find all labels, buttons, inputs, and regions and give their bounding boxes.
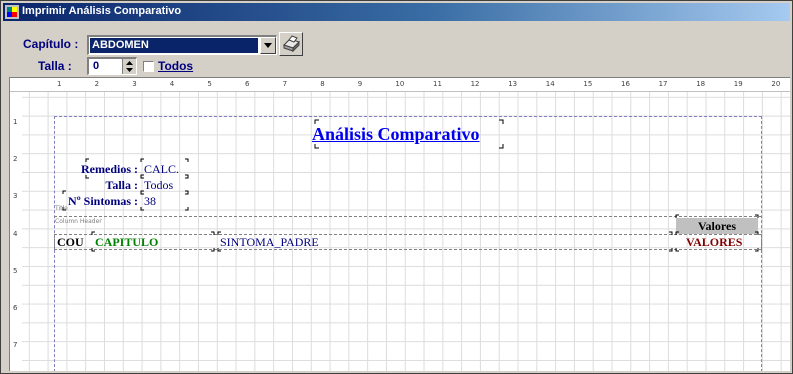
todos-label-text: Todos <box>158 59 194 73</box>
print-button[interactable] <box>279 32 303 56</box>
todos-checkbox[interactable] <box>143 61 154 72</box>
talla-spinner-value: 0 <box>93 60 100 72</box>
field-handles <box>62 119 759 252</box>
filter-toolbar: Capítulo : ABDOMEN Talla : 0 Todos <box>3 21 790 77</box>
app-window: Imprimir Análisis Comparativo Capítulo :… <box>0 0 793 374</box>
capitulo-dropdown-button[interactable] <box>260 37 276 54</box>
title-bar[interactable]: Imprimir Análisis Comparativo <box>3 3 790 21</box>
talla-spinner[interactable]: 0 <box>87 57 137 75</box>
app-icon <box>5 5 19 19</box>
talla-label: Talla : <box>38 59 72 73</box>
report-designer[interactable]: 123456789101112131415161718192021 123456… <box>9 77 790 371</box>
capitulo-combobox[interactable]: ABDOMEN <box>87 35 277 55</box>
talla-spinner-buttons[interactable] <box>122 59 136 74</box>
capitulo-selected-value: ABDOMEN <box>90 38 258 53</box>
up-down-arrows-icon <box>126 61 133 72</box>
window-title: Imprimir Análisis Comparativo <box>22 5 182 17</box>
printer-icon <box>283 35 300 53</box>
chevron-down-icon <box>264 43 272 48</box>
todos-label[interactable]: Todos <box>158 59 193 73</box>
capitulo-label: Capítulo : <box>23 37 79 51</box>
